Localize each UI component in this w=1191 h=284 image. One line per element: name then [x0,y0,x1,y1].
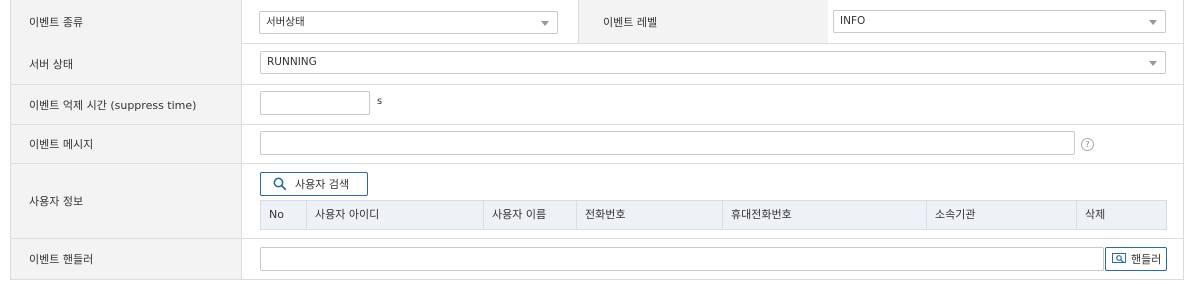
divider [241,85,242,124]
event-message-row: 이벤트 메시지 ? [11,125,1183,164]
server-status-select[interactable]: RUNNING [260,51,1166,74]
event-handler-row: 이벤트 핸들러 핸들러 [11,239,1183,280]
column-organization: 소속기관 [927,201,1077,229]
suppress-time-unit: s [377,96,383,107]
column-no: No [261,201,307,229]
divider [241,125,242,163]
user-table-header: No 사용자 아이디 사용자 이름 전화번호 휴대전화번호 소속기관 삭제 [260,200,1167,230]
server-status-row: 서버 상태 RUNNING [11,43,1183,85]
event-handler-input[interactable] [260,247,1104,271]
event-level-label: 이벤트 레벨 [578,0,828,43]
event-type-label: 이벤트 종류 [11,0,241,43]
handler-button-label: 핸들러 [1131,253,1162,266]
search-icon [273,177,287,191]
divider [578,0,579,43]
event-level-label-text: 이벤트 레벨 [603,15,658,29]
suppress-time-input[interactable] [260,91,370,115]
event-level-value: INFO [840,15,866,27]
event-form: 이벤트 종류 서버상태 이벤트 레벨 INFO 서버 상태 RUNNING 이벤… [10,0,1184,280]
server-status-label: 서버 상태 [11,43,241,84]
column-delete: 삭제 [1085,208,1106,221]
event-type-value: 서버상태 [266,16,305,28]
column-user-id: 사용자 아이디 [307,201,484,229]
event-message-input[interactable] [260,131,1075,155]
event-type-select[interactable]: 서버상태 [259,11,558,34]
handler-search-icon [1112,253,1126,263]
event-level-select[interactable]: INFO [833,10,1166,33]
divider [241,164,242,238]
server-status-value: RUNNING [267,56,317,68]
column-user-name: 사용자 이름 [484,201,577,229]
chevron-down-icon [1149,20,1157,25]
event-handler-label: 이벤트 핸들러 [11,239,241,279]
column-mobile: 휴대전화번호 [723,201,927,229]
user-search-label: 사용자 검색 [295,178,350,191]
suppress-time-row: 이벤트 억제 시간 (suppress time) s [11,85,1183,125]
help-icon[interactable]: ? [1081,138,1094,151]
handler-button[interactable]: 핸들러 [1105,247,1167,271]
user-info-label: 사용자 정보 [11,164,241,238]
user-search-button[interactable]: 사용자 검색 [260,172,368,196]
event-type-row: 이벤트 종류 서버상태 이벤트 레벨 INFO [11,0,1183,44]
event-message-label: 이벤트 메시지 [11,125,241,163]
divider [241,0,242,43]
divider [241,43,242,84]
chevron-down-icon [541,21,549,26]
column-phone: 전화번호 [577,201,723,229]
divider [241,239,242,279]
suppress-time-label: 이벤트 억제 시간 (suppress time) [11,85,241,124]
chevron-down-icon [1149,61,1157,66]
